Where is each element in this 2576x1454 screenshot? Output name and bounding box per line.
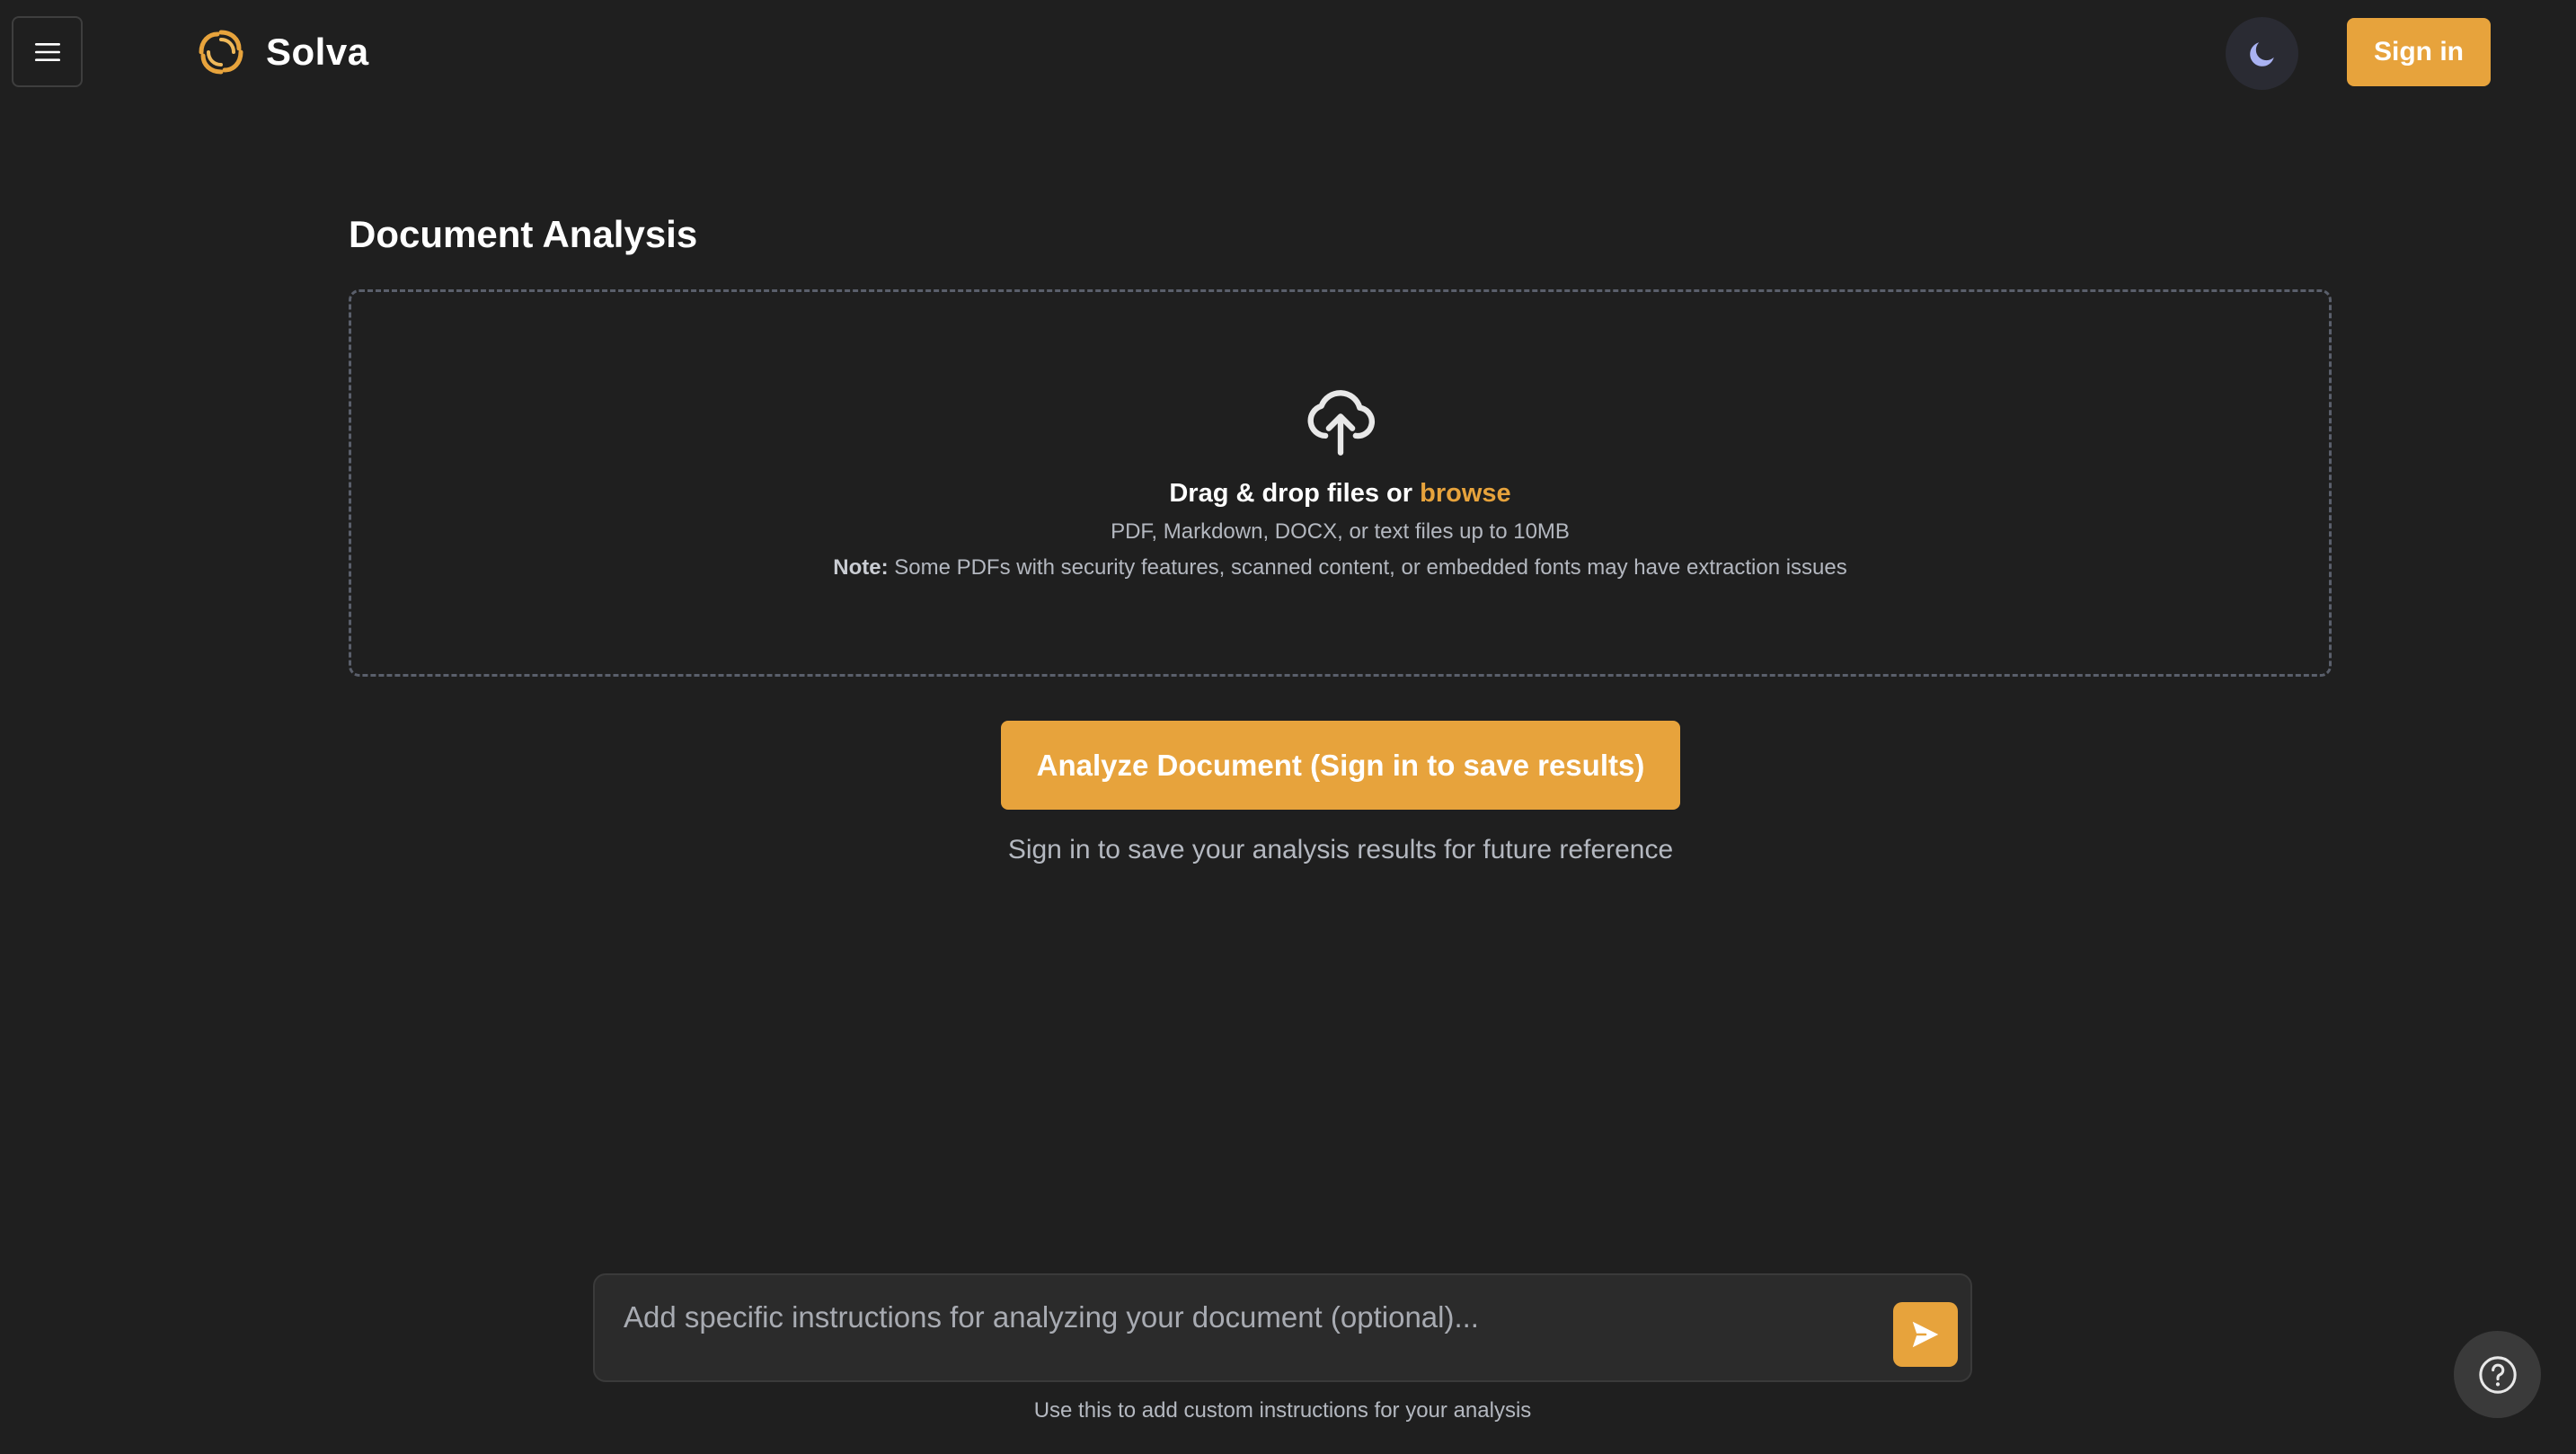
- hamburger-menu-icon: [34, 42, 60, 61]
- file-types-text: PDF, Markdown, DOCX, or text files up to…: [1111, 519, 1570, 544]
- brand[interactable]: Solva: [194, 22, 369, 83]
- instructions-input[interactable]: [622, 1295, 1862, 1340]
- cloud-upload-icon: [1307, 390, 1375, 456]
- extraction-note: Note: Some PDFs with security features, …: [833, 553, 1847, 583]
- theme-toggle-button[interactable]: [2226, 17, 2298, 90]
- question-circle-icon: [2478, 1355, 2517, 1394]
- sun-spiral-logo-icon: [199, 30, 243, 75]
- send-arrow-icon: [1912, 1321, 1939, 1348]
- help-button[interactable]: [2454, 1331, 2541, 1418]
- moon-icon: [2249, 41, 2274, 66]
- drop-instructions: Drag & drop files or browse: [1169, 475, 1510, 511]
- instructions-box: [593, 1273, 1972, 1382]
- drop-text: Drag & drop files or: [1169, 479, 1421, 508]
- menu-button[interactable]: [12, 16, 83, 87]
- note-text: Some PDFs with security features, scanne…: [888, 555, 1847, 580]
- sign-in-button[interactable]: Sign in: [2347, 18, 2491, 86]
- file-dropzone[interactable]: Drag & drop files or browse PDF, Markdow…: [349, 289, 2332, 677]
- sign-in-hint: Sign in to save your analysis results fo…: [1007, 835, 1674, 864]
- send-button[interactable]: [1893, 1302, 1958, 1367]
- browse-link[interactable]: browse: [1420, 479, 1511, 508]
- note-label: Note:: [833, 555, 889, 580]
- analyze-document-button[interactable]: Analyze Document (Sign in to save result…: [1001, 721, 1680, 810]
- brand-name: Solva: [266, 31, 369, 73]
- instructions-hint: Use this to add custom instructions for …: [1033, 1398, 1532, 1423]
- page-title: Document Analysis: [349, 213, 698, 255]
